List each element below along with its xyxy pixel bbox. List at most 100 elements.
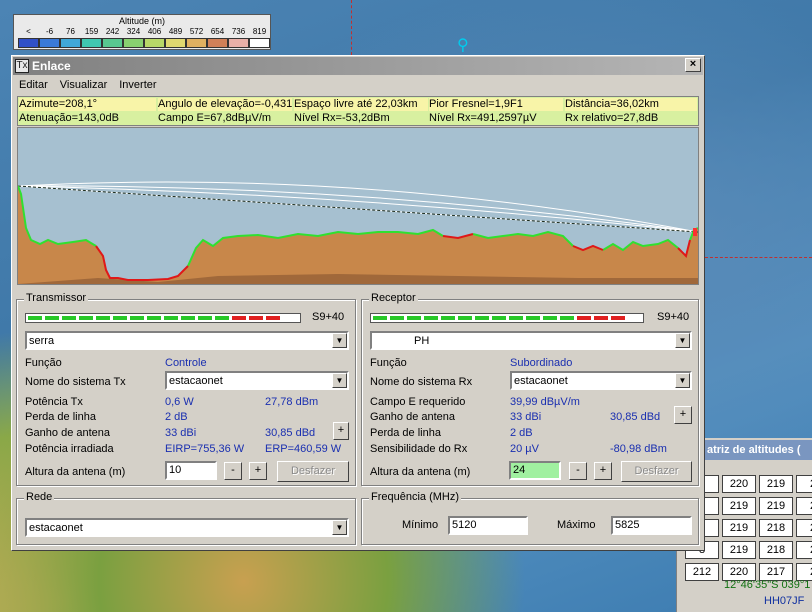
rx-site-select[interactable]: PH ▼ (370, 331, 692, 350)
tx-level-text: S9+40 (312, 311, 345, 323)
rx-sistema-select[interactable]: estacaonet ▼ (510, 371, 692, 390)
tx-ganho-dbd: 30,85 dBd (265, 427, 316, 439)
legend-tick: 242 (105, 27, 120, 36)
rx-ganho-dbd: 30,85 dBd (610, 411, 661, 423)
chevron-down-icon[interactable]: ▼ (332, 373, 347, 388)
matrix-cell[interactable]: 2 (796, 497, 812, 515)
level-segment (441, 316, 455, 320)
tx-site-select[interactable]: serra ▼ (25, 331, 349, 350)
level-segment (560, 316, 574, 320)
legend-tick: -6 (45, 27, 54, 36)
matrix-cell[interactable]: 219 (759, 497, 793, 515)
close-button[interactable]: × (685, 58, 701, 72)
legend-swatch (186, 38, 207, 48)
level-segment (79, 316, 93, 320)
rx-sistema-label: Nome do sistema Rx (370, 376, 473, 388)
rede-group: Rede estacaonet ▼ (16, 491, 356, 545)
tx-altura-label: Altura da antena (m) (25, 466, 126, 478)
tx-ganho-plus-button[interactable]: + (333, 422, 349, 440)
level-segment (45, 316, 59, 320)
menu-visualizar[interactable]: Visualizar (54, 77, 114, 95)
level-segment (147, 316, 161, 320)
legend-swatch (18, 38, 39, 48)
rx-ganho-plus-button[interactable]: + (674, 406, 692, 424)
legend-tick: 572 (189, 27, 204, 36)
info-distancia: Distância=36,02km (565, 98, 697, 111)
tx-level-meter (25, 313, 301, 323)
legend-tick: 736 (231, 27, 246, 36)
matrix-cell[interactable]: 219 (759, 475, 793, 493)
tx-potencia-w: 0,6 W (165, 396, 194, 408)
matrix-cell[interactable]: 212 (685, 563, 719, 581)
tx-potencia-dbm: 27,78 dBm (265, 396, 319, 408)
level-segment (526, 316, 540, 320)
legend-swatch (102, 38, 123, 48)
rx-campo-label: Campo E requerido (370, 396, 466, 408)
matrix-cell[interactable]: 219 (722, 541, 756, 559)
matrix-title[interactable]: atriz de altitudes ( (705, 440, 812, 460)
receptor-title: Receptor (369, 292, 418, 304)
tx-ganho-dbi: 33 dBi (165, 427, 197, 439)
matrix-cell[interactable]: 219 (722, 497, 756, 515)
menu-bar: Editar Visualizar Inverter (13, 77, 163, 95)
matrix-cell[interactable]: 2 (796, 541, 812, 559)
altitude-legend: Altitude (m) < -6 76 159 242 324 406 489 572 654 7… (13, 14, 271, 50)
matrix-cell[interactable]: 218 (759, 519, 793, 537)
rx-altura-plus-button[interactable]: + (594, 462, 612, 480)
rx-desfazer-button[interactable]: Desfazer (621, 461, 692, 482)
info-nivel-dbm: Nível Rx=-53,2dBm (294, 112, 390, 124)
tx-desfazer-button[interactable]: Desfazer (277, 461, 349, 482)
legend-title: Altitude (m) (118, 16, 165, 26)
matrix-cell[interactable]: 219 (722, 519, 756, 537)
chevron-down-icon[interactable]: ▼ (332, 333, 347, 348)
legend-swatch (39, 38, 60, 48)
info-atenuacao: Atenuação=143,0dB (19, 112, 120, 124)
freq-min-label: Mínimo (402, 519, 439, 531)
tx-altura-minus-button[interactable]: - (224, 462, 242, 480)
info-fresnel: Pior Fresnel=1,9F1 (429, 98, 563, 111)
rx-altura-minus-button[interactable]: - (569, 462, 587, 480)
rx-level-meter (370, 313, 644, 323)
link-window: Tx Enlace × Editar Visualizar Inverter A… (11, 55, 705, 551)
level-segment (96, 316, 110, 320)
legend-swatch (249, 38, 270, 48)
rx-sens-dbm: -80,98 dBm (610, 443, 667, 455)
freq-min-input[interactable]: 5120 (448, 516, 528, 535)
rede-select[interactable]: estacaonet ▼ (25, 518, 349, 537)
freq-max-input[interactable]: 5825 (611, 516, 692, 535)
level-segment (266, 316, 280, 320)
menu-inverter[interactable]: Inverter (113, 77, 162, 95)
antenna-tower-icon[interactable]: ⚲ (457, 38, 469, 54)
terrain-profile[interactable] (17, 127, 699, 285)
level-segment (181, 316, 195, 320)
tx-erp: ERP=460,59 W (265, 443, 342, 455)
tx-altura-input[interactable]: 10 (165, 461, 217, 480)
legend-swatch (81, 38, 102, 48)
matrix-cell[interactable]: 220 (722, 475, 756, 493)
tx-funcao-value: Controle (165, 357, 207, 369)
tx-site-value: serra (29, 335, 55, 347)
legend-swatch (60, 38, 81, 48)
legend-swatch (144, 38, 165, 48)
matrix-cell[interactable]: 2 (796, 519, 812, 537)
legend-tick: 406 (147, 27, 162, 36)
level-segment (62, 316, 76, 320)
level-segment (164, 316, 178, 320)
rx-level-text: S9+40 (657, 311, 690, 323)
menu-editar[interactable]: Editar (13, 77, 54, 95)
window-titlebar[interactable]: Tx Enlace × (13, 57, 703, 75)
info-rx-relativo: Rx relativo=27,8dB (565, 112, 659, 124)
matrix-cell[interactable]: 2 (796, 475, 812, 493)
level-segment (215, 316, 229, 320)
matrix-cell[interactable]: 218 (759, 541, 793, 559)
tx-altura-plus-button[interactable]: + (249, 462, 267, 480)
rx-altura-input[interactable]: 24 (509, 461, 561, 480)
rx-sistema-value: estacaonet (514, 375, 568, 387)
tx-perda-value: 2 dB (165, 411, 188, 423)
chevron-down-icon[interactable]: ▼ (675, 333, 690, 348)
chevron-down-icon[interactable]: ▼ (332, 520, 347, 535)
level-segment (249, 316, 263, 320)
tx-sistema-select[interactable]: estacaonet ▼ (165, 371, 349, 390)
chevron-down-icon[interactable]: ▼ (675, 373, 690, 388)
info-nivel-uv: Nível Rx=491,2597µV (429, 112, 537, 124)
